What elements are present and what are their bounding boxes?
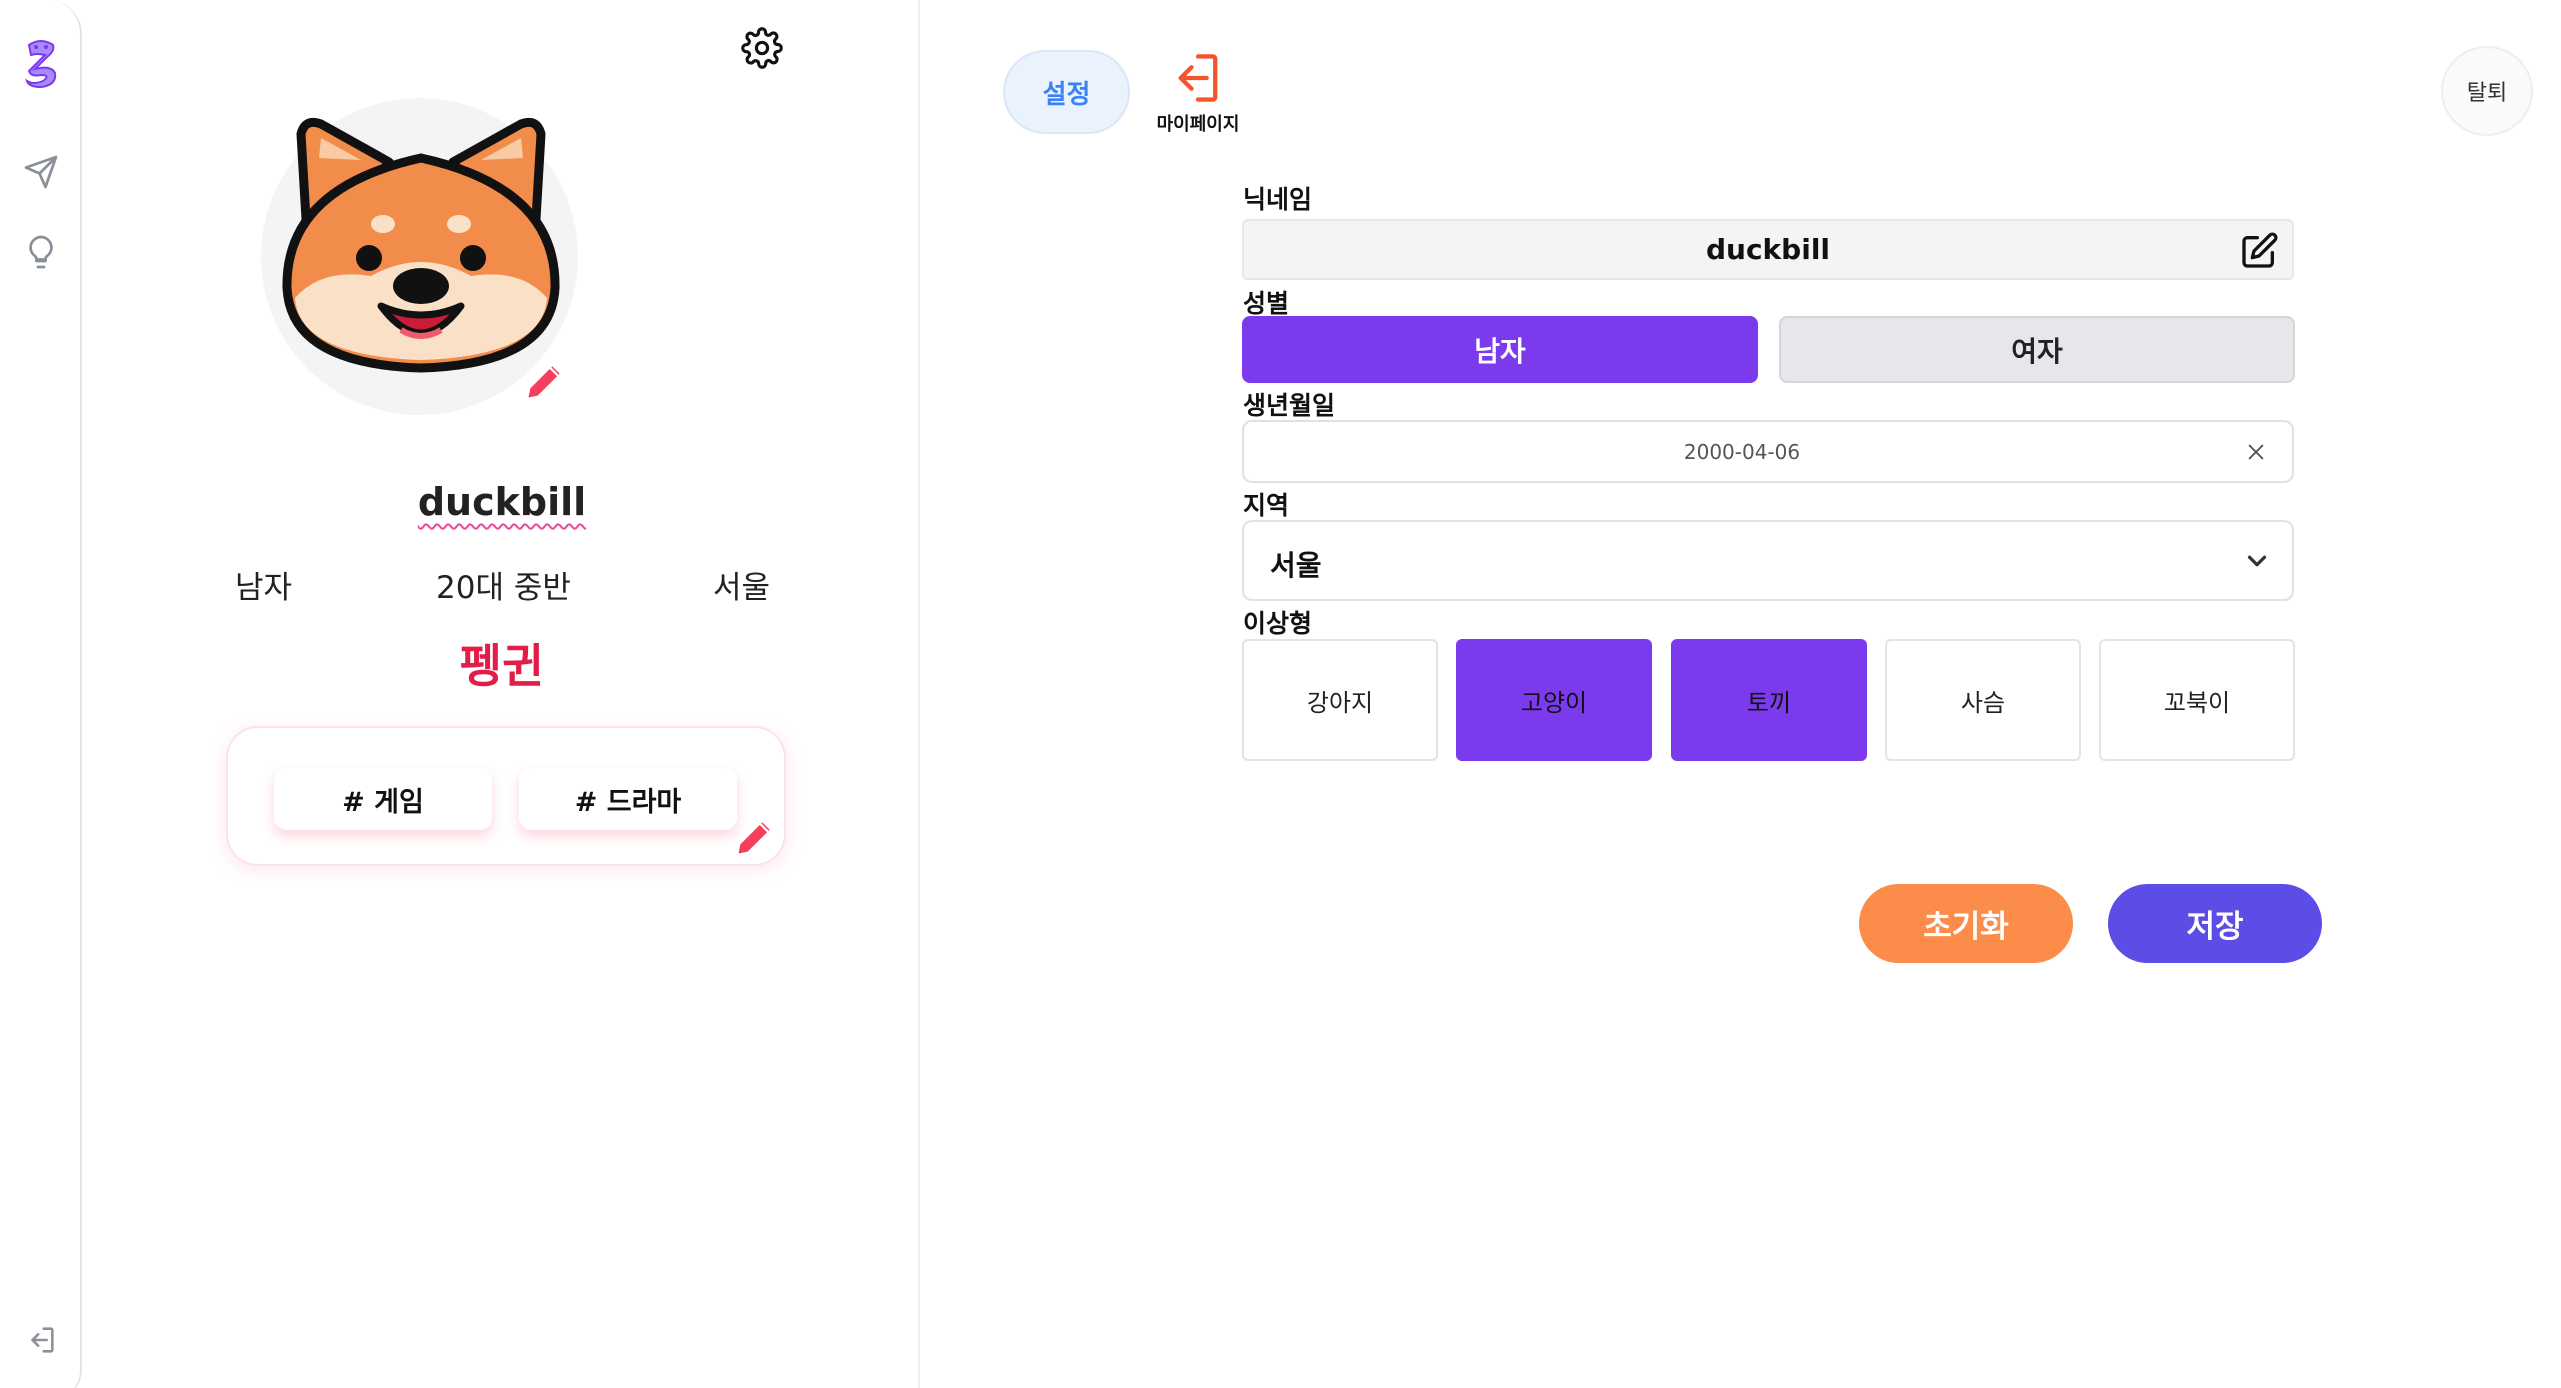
birthdate-label: 생년월일: [1243, 391, 1336, 420]
nickname-input[interactable]: [1368, 233, 2168, 266]
edit-avatar-pencil-icon[interactable]: [522, 358, 568, 404]
gender-male-button[interactable]: 남자: [1242, 316, 1758, 383]
gear-icon[interactable]: [740, 26, 784, 70]
logout-icon[interactable]: [21, 1320, 61, 1360]
birthdate-value: 2000-04-06: [1683, 439, 1801, 464]
region-select[interactable]: 서울: [1242, 520, 2294, 601]
interest-tags-card: # 게임 # 드라마: [226, 726, 786, 866]
chevron-down-icon: [2242, 546, 2272, 580]
tab-mypage[interactable]: 마이페이지: [1148, 46, 1248, 138]
profile-ideal-type: 펭귄: [459, 639, 545, 693]
gender-female-button[interactable]: 여자: [1779, 316, 2295, 383]
ideal-option-cat[interactable]: 고양이: [1456, 639, 1652, 761]
reset-button[interactable]: 초기화: [1859, 884, 2073, 963]
nickname-label: 닉네임: [1243, 185, 1313, 214]
edit-tags-pencil-icon[interactable]: [732, 814, 778, 860]
birthdate-field[interactable]: 2000-04-06: [1242, 420, 2294, 483]
profile-region: 서울: [713, 570, 771, 606]
ideal-option-rabbit[interactable]: 토끼: [1671, 639, 1867, 761]
profile-gender: 남자: [235, 570, 293, 606]
ideal-option-puppy[interactable]: 강아지: [1242, 639, 1438, 761]
ideal-type-label: 이상형: [1243, 609, 1313, 638]
profile-age-group: 20대 중반: [436, 570, 571, 606]
tag-chip[interactable]: # 드라마: [519, 768, 737, 830]
mypage-exit-icon: [1172, 50, 1224, 110]
clear-date-icon[interactable]: [2240, 436, 2272, 468]
profile-nickname: duckbill: [417, 480, 587, 524]
tab-mypage-label: 마이페이지: [1156, 114, 1240, 135]
edit-nickname-icon[interactable]: [2238, 230, 2280, 272]
ideal-option-turtle[interactable]: 꼬북이: [2099, 639, 2295, 761]
save-button[interactable]: 저장: [2108, 884, 2322, 963]
region-selected-value: 서울: [1270, 549, 1322, 582]
send-icon[interactable]: [21, 152, 61, 192]
gender-label: 성별: [1243, 289, 1290, 318]
nickname-field: [1242, 219, 2294, 280]
withdraw-button[interactable]: 탈퇴: [2441, 46, 2533, 136]
icon-rail: [0, 0, 82, 1388]
region-label: 지역: [1243, 491, 1290, 520]
lightbulb-icon[interactable]: [21, 232, 61, 272]
tab-settings[interactable]: 설정: [1003, 50, 1130, 134]
tag-chip[interactable]: # 게임: [274, 768, 492, 830]
ideal-option-deer[interactable]: 사슴: [1885, 639, 2081, 761]
logo-icon[interactable]: [21, 40, 61, 89]
